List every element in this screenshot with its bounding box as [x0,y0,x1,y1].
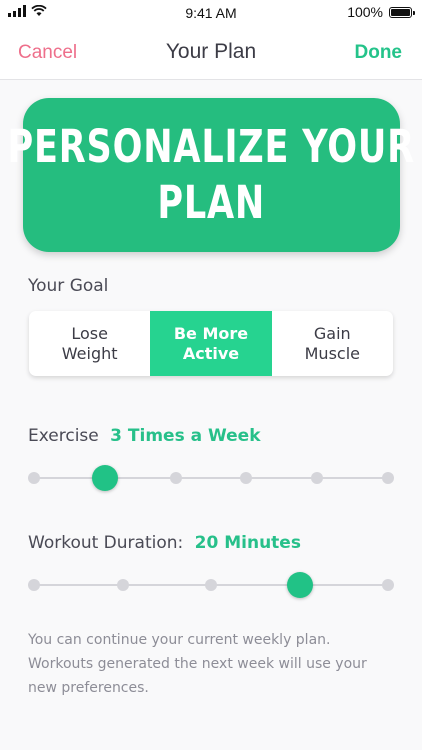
done-button[interactable]: Done [355,42,403,64]
goal-option-be-more-active[interactable]: Be More Active [150,311,272,376]
exercise-label: Exercise 3 Times a Week [28,426,261,446]
duration-label-text: Workout Duration: [28,533,184,553]
goal-option-label: Gain Muscle [304,323,360,363]
slider-thumb[interactable] [91,465,118,491]
hero-banner: PERSONALIZE YOUR PLAN [8,98,414,252]
goal-option-gain-muscle[interactable]: Gain Muscle [272,311,393,376]
slider-step-dot[interactable] [28,579,40,591]
hero-heading: PERSONALIZE YOUR PLAN [8,119,415,231]
duration-label: Workout Duration: 20 Minutes [28,533,301,553]
slider-step-dot[interactable] [28,472,40,484]
battery-icon [389,6,415,18]
status-bar: 9:41 AM 100% [0,0,422,26]
slider-step-dot[interactable] [240,472,253,484]
status-right: 100% [347,4,415,20]
hero-heading-line1: PERSONALIZE YOUR [7,120,416,173]
hero-heading-line2: PLAN [157,176,266,229]
duration-slider[interactable] [28,570,394,600]
slider-step-dot[interactable] [382,579,394,591]
battery-percent: 100% [347,4,383,20]
slider-step-dot[interactable] [169,472,182,484]
slider-track [34,477,388,479]
goal-label: Your Goal [28,276,109,296]
goal-segmented-control: Lose Weight Be More Active Gain Muscle [29,311,393,376]
slider-step-dot[interactable] [311,472,324,484]
slider-step-dot[interactable] [382,472,394,484]
goal-option-label: Be More Active [173,323,249,363]
goal-option-label: Lose Weight [61,323,118,363]
exercise-value: 3 Times a Week [110,426,261,446]
goal-option-lose-weight[interactable]: Lose Weight [29,311,150,376]
info-text: You can continue your current weekly pla… [28,632,367,696]
duration-value: 20 Minutes [194,533,301,553]
exercise-label-text: Exercise [28,426,99,446]
slider-thumb[interactable] [286,572,313,598]
slider-step-dot[interactable] [116,579,129,591]
slider-step-dot[interactable] [205,579,217,591]
exercise-slider[interactable] [28,463,394,493]
battery-level [391,8,410,16]
nav-bar: Cancel Your Plan Done [0,26,422,80]
